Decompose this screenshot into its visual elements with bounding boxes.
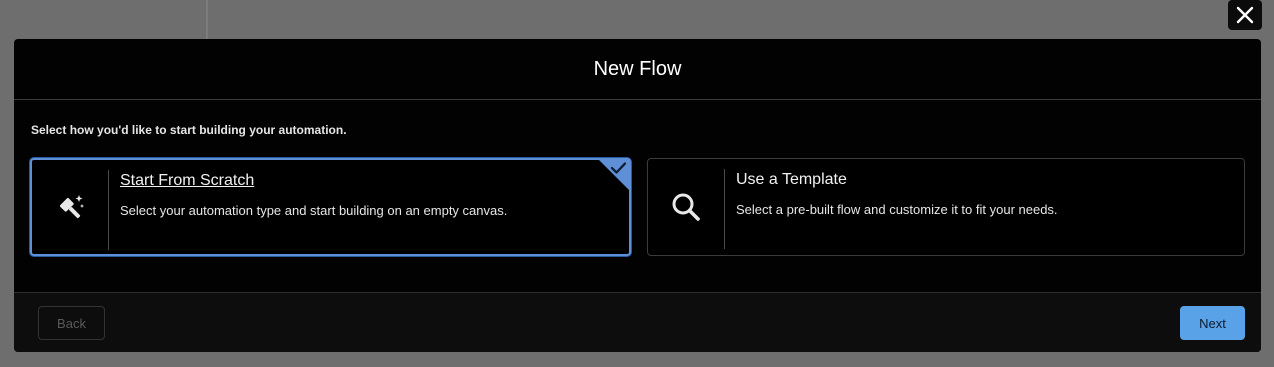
modal-footer: Back Next <box>14 292 1261 352</box>
option-title: Use a Template <box>736 171 847 188</box>
card-divider <box>724 169 725 249</box>
magic-wand-icon <box>52 190 88 226</box>
card-divider <box>108 170 109 250</box>
option-description: Select your automation type and start bu… <box>120 203 508 218</box>
modal-header: New Flow <box>14 39 1261 100</box>
close-icon <box>1236 6 1254 24</box>
option-use-a-template[interactable]: Use a Template Select a pre-built flow a… <box>647 158 1245 256</box>
instruction-text: Select how you'd like to start building … <box>31 123 347 137</box>
option-start-from-scratch[interactable]: Start From Scratch Select your automatio… <box>30 158 631 256</box>
modal-title: New Flow <box>593 57 682 80</box>
new-flow-modal: New Flow Select how you'd like to start … <box>14 39 1261 352</box>
option-description: Select a pre-built flow and customize it… <box>736 202 1058 217</box>
backdrop-divider <box>206 0 208 40</box>
close-button[interactable] <box>1228 0 1262 30</box>
next-button[interactable]: Next <box>1180 306 1245 340</box>
back-button[interactable]: Back <box>38 306 105 340</box>
search-icon <box>668 189 704 225</box>
option-title: Start From Scratch <box>120 172 255 189</box>
selected-check-icon <box>598 159 630 191</box>
